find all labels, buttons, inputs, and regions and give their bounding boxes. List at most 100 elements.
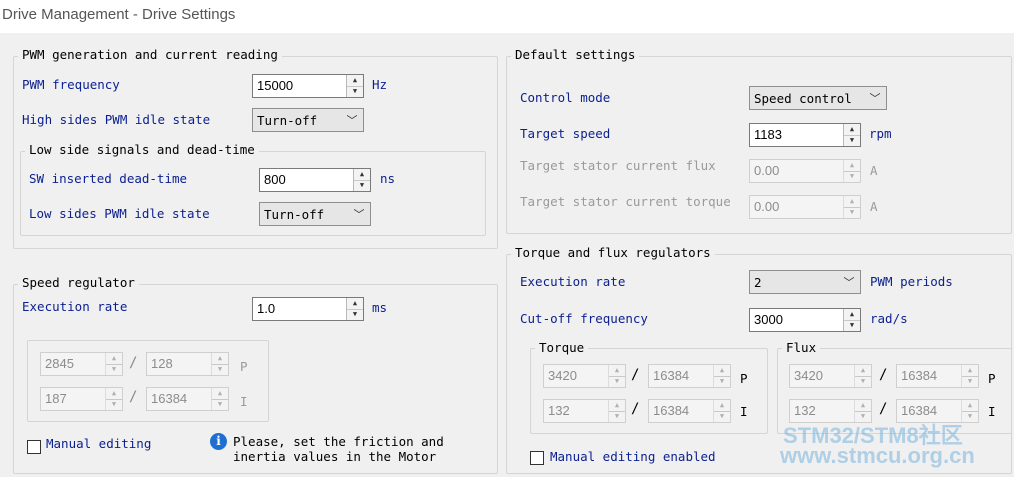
- watermark-line2: www.stmcu.org.cn: [780, 443, 975, 468]
- pwm-frequency-value[interactable]: 15000: [253, 75, 346, 97]
- spin-up-icon: ▲: [614, 365, 620, 374]
- spin-down-icon: ▼: [609, 410, 625, 423]
- control-mode-combo[interactable]: Speed control ﹀: [749, 86, 887, 110]
- high-side-idle-selected: Turn-off: [257, 112, 318, 128]
- torque-kp-num-value: 3420: [548, 368, 577, 383]
- target-speed-value[interactable]: 1183: [750, 124, 843, 146]
- torque-ki-num-value: 132: [548, 403, 570, 418]
- pwm-frequency-unit: Hz: [372, 77, 388, 92]
- torque-kp-num: 3420 ▲ ▼: [543, 364, 626, 388]
- low-side-group-legend: Low side signals and dead-time: [25, 142, 259, 157]
- control-mode-selected: Speed control: [754, 90, 852, 106]
- spin-down-icon: ▼: [962, 410, 978, 423]
- spin-down-icon: ▼: [609, 375, 625, 388]
- low-side-group: [20, 151, 486, 236]
- target-torque-value: 0.00: [754, 199, 780, 214]
- info-icon: i: [210, 433, 227, 450]
- divider-slash: /: [129, 355, 138, 371]
- speed-execution-rate-unit: ms: [372, 300, 388, 315]
- target-flux-label: Target stator current flux: [520, 158, 716, 173]
- divider-slash: /: [129, 389, 138, 405]
- spin-down-icon: ▼: [106, 363, 122, 376]
- tf-manual-editing-label[interactable]: Manual editing enabled: [550, 449, 716, 464]
- pwm-frequency-spinbox[interactable]: 15000 ▲ ▼: [252, 74, 364, 98]
- spin-up-icon[interactable]: ▲: [844, 309, 860, 320]
- flux-kp-den-value: 16384: [901, 368, 938, 383]
- flux-kp-num: 3420 ▲ ▼: [789, 364, 872, 388]
- spin-down-icon[interactable]: ▼: [844, 319, 860, 332]
- chevron-down-icon[interactable]: ﹀: [341, 112, 363, 128]
- spin-up-icon[interactable]: ▲: [354, 169, 370, 180]
- speed-p-tag: P: [240, 359, 248, 374]
- target-torque-label: Target stator current torque: [520, 194, 731, 209]
- low-side-idle-selected: Turn-off: [264, 206, 325, 222]
- chevron-down-icon[interactable]: ﹀: [838, 274, 860, 290]
- target-speed-label: Target speed: [520, 126, 611, 141]
- spin-up-icon: ▲: [111, 388, 117, 397]
- target-speed-spinbox[interactable]: 1183 ▲ ▼: [749, 123, 861, 147]
- flux-kp-num-value: 3420: [794, 368, 823, 383]
- spin-down-icon: ▼: [106, 398, 122, 411]
- low-side-idle-combo[interactable]: Turn-off ﹀: [259, 202, 371, 226]
- spin-up-icon: ▲: [967, 400, 973, 409]
- spin-up-icon: ▲: [719, 365, 725, 374]
- tf-execution-rate-label: Execution rate: [520, 274, 626, 289]
- spin-down-icon[interactable]: ▼: [354, 179, 370, 192]
- spin-up-icon[interactable]: ▲: [844, 124, 860, 135]
- torque-ki-den-value: 16384: [653, 403, 690, 418]
- torque-subgroup-legend: Torque: [535, 340, 589, 355]
- target-flux-spinbox: 0.00 ▲ ▼: [749, 159, 861, 183]
- target-torque-unit: A: [870, 199, 878, 214]
- spin-up-icon[interactable]: ▲: [347, 298, 363, 309]
- spin-up-icon[interactable]: ▲: [347, 75, 363, 86]
- divider-slash: /: [879, 367, 888, 383]
- dead-time-spinbox[interactable]: 800 ▲ ▼: [259, 168, 371, 192]
- speed-execution-rate-value[interactable]: 1.0: [253, 298, 346, 320]
- spin-down-icon[interactable]: ▼: [844, 134, 860, 147]
- divider-slash: /: [631, 367, 640, 383]
- spin-up-icon: ▲: [217, 353, 223, 362]
- torque-flux-legend: Torque and flux regulators: [511, 245, 715, 260]
- low-side-idle-label: Low sides PWM idle state: [29, 206, 210, 221]
- spin-up-icon: ▲: [849, 160, 855, 169]
- target-torque-spinbox: 0.00 ▲ ▼: [749, 195, 861, 219]
- cutoff-frequency-value[interactable]: 3000: [750, 309, 843, 331]
- cutoff-frequency-unit: rad/s: [870, 311, 908, 326]
- dead-time-value[interactable]: 800: [260, 169, 353, 191]
- divider-slash: /: [631, 401, 640, 417]
- pwm-group-legend: PWM generation and current reading: [18, 47, 282, 62]
- torque-ki-den: 16384 ▲ ▼: [648, 399, 731, 423]
- torque-ki-num: 132 ▲ ▼: [543, 399, 626, 423]
- cutoff-frequency-spinbox[interactable]: 3000 ▲ ▼: [749, 308, 861, 332]
- speed-execution-rate-spinbox[interactable]: 1.0 ▲ ▼: [252, 297, 364, 321]
- chevron-down-icon[interactable]: ﹀: [864, 90, 886, 106]
- spin-up-icon: ▲: [860, 400, 866, 409]
- info-text-line2: inertia values in the Motor: [233, 449, 437, 464]
- pwm-frequency-label: PWM frequency: [22, 77, 120, 92]
- torque-i-tag: I: [740, 404, 748, 419]
- speed-group-legend: Speed regulator: [18, 275, 139, 290]
- tf-execution-rate-combo[interactable]: 2 ﹀: [749, 270, 861, 294]
- spin-up-icon: ▲: [849, 196, 855, 205]
- tf-manual-editing-checkbox[interactable]: [530, 451, 544, 465]
- speed-kp-num: 2845 ▲ ▼: [40, 352, 123, 376]
- speed-ki-num-value: 187: [45, 391, 67, 406]
- speed-kp-den-value: 128: [151, 356, 173, 371]
- speed-manual-editing-checkbox[interactable]: [27, 440, 41, 454]
- speed-manual-editing-label[interactable]: Manual editing: [46, 436, 151, 451]
- spin-up-icon: ▲: [719, 400, 725, 409]
- target-flux-value: 0.00: [754, 163, 780, 178]
- spin-down-icon[interactable]: ▼: [347, 308, 363, 321]
- chevron-down-icon[interactable]: ﹀: [348, 206, 370, 222]
- spin-down-icon: ▼: [212, 398, 228, 411]
- spin-down-icon[interactable]: ▼: [347, 85, 363, 98]
- spin-down-icon: ▼: [855, 375, 871, 388]
- high-side-idle-combo[interactable]: Turn-off ﹀: [252, 108, 364, 132]
- window-title: Drive Management - Drive Settings: [0, 0, 1014, 33]
- spin-up-icon: ▲: [860, 365, 866, 374]
- spin-down-icon: ▼: [844, 206, 860, 219]
- spin-up-icon: ▲: [217, 388, 223, 397]
- default-settings-legend: Default settings: [511, 47, 640, 62]
- tf-execution-rate-selected: 2: [754, 274, 762, 290]
- speed-ki-den: 16384 ▲ ▼: [146, 387, 229, 411]
